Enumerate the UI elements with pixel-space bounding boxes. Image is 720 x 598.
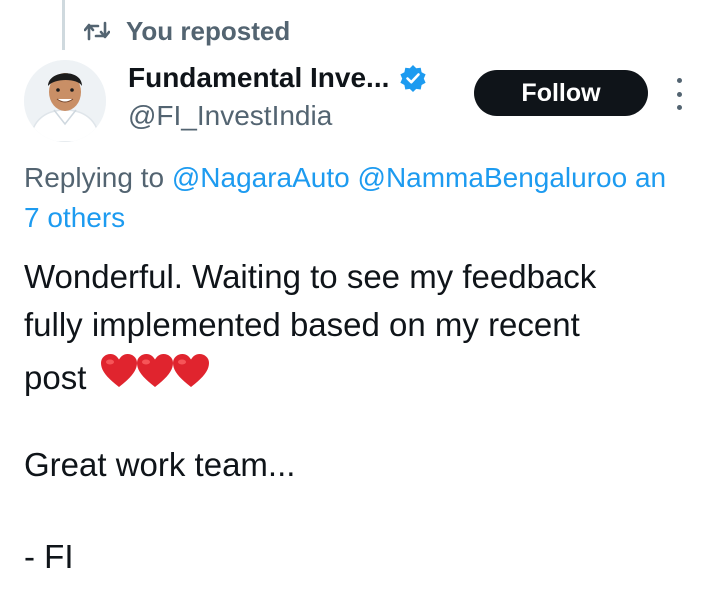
repost-label: You reposted bbox=[126, 15, 291, 46]
verified-badge-icon[interactable] bbox=[399, 64, 427, 92]
follow-button[interactable]: Follow bbox=[474, 70, 648, 116]
heart-emoji-group bbox=[100, 353, 209, 389]
author-handle[interactable]: @FI_InvestIndia bbox=[128, 100, 332, 132]
heart-emoji-icon bbox=[136, 354, 173, 387]
post-signature: - FI bbox=[24, 538, 74, 575]
mention-overflow[interactable]: an bbox=[635, 162, 666, 193]
post-text-line: Wonderful. Waiting to see my feedback bbox=[24, 258, 597, 295]
post-text-line: post bbox=[24, 359, 87, 396]
avatar[interactable] bbox=[24, 60, 106, 142]
post-text-line-with-emoji: post bbox=[24, 353, 209, 397]
more-options-icon[interactable] bbox=[668, 78, 690, 110]
repost-icon bbox=[84, 20, 110, 42]
author-name-row[interactable]: Fundamental Inve... bbox=[128, 62, 427, 94]
heart-emoji-icon bbox=[100, 354, 137, 387]
thread-line bbox=[62, 0, 65, 50]
replying-to-label: Replying to bbox=[24, 162, 165, 193]
others-link[interactable]: 7 others bbox=[24, 202, 125, 234]
author-name[interactable]: Fundamental Inve... bbox=[128, 62, 389, 94]
replying-to: Replying to @NagaraAuto @NammaBengaluroo… bbox=[24, 162, 666, 194]
repost-indicator[interactable]: You reposted bbox=[84, 14, 290, 48]
mention-link[interactable]: @NagaraAuto bbox=[172, 162, 350, 193]
mention-link[interactable]: @NammaBengaluroo bbox=[358, 162, 628, 193]
post-text-line: fully implemented based on my recent bbox=[24, 306, 580, 343]
post-text-line: Great work team... bbox=[24, 446, 296, 483]
heart-emoji-icon bbox=[172, 354, 209, 387]
